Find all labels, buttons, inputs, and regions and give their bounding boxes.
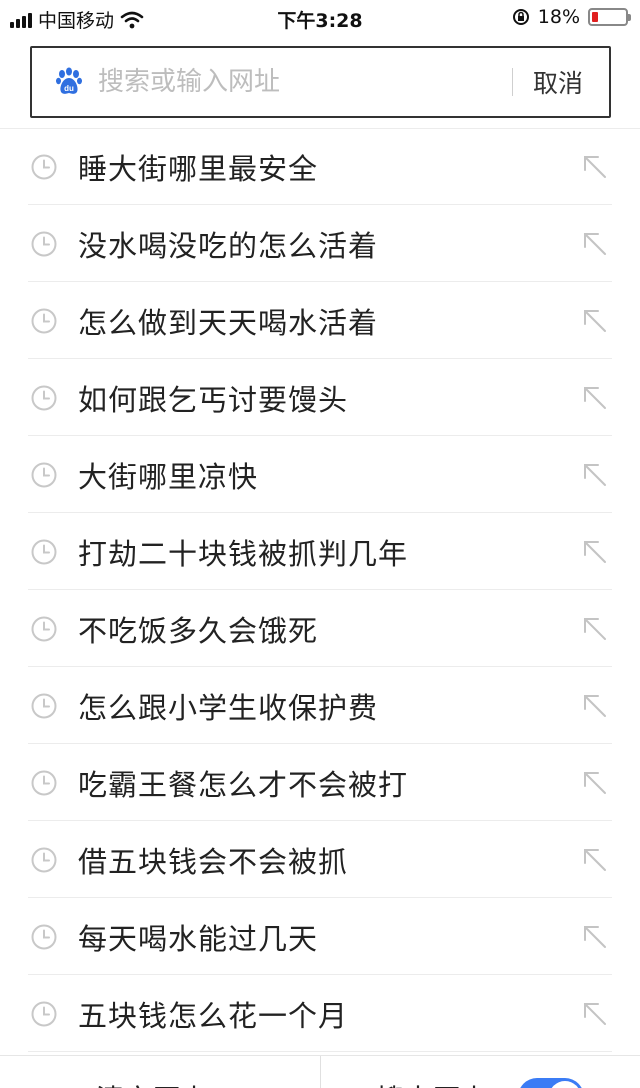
arrow-up-left-icon[interactable] <box>582 385 608 411</box>
history-item[interactable]: 没水喝没吃的怎么活着 <box>0 205 640 282</box>
history-item[interactable]: 借五块钱会不会被抓 <box>0 821 640 898</box>
orientation-lock-icon <box>512 9 529 25</box>
arrow-up-left-icon[interactable] <box>582 308 608 334</box>
history-item[interactable]: 睡大街哪里最安全 <box>0 128 640 205</box>
search-bar[interactable]: du 取消 <box>30 46 611 118</box>
history-item[interactable]: 吃霸王餐怎么才不会被打 <box>0 744 640 821</box>
history-item[interactable]: 每天喝水能过几天 <box>0 898 640 975</box>
battery-icon <box>588 8 631 26</box>
svg-text:du: du <box>64 84 74 93</box>
clock-icon <box>31 154 57 179</box>
history-item-text: 每天喝水能过几天 <box>78 921 319 956</box>
arrow-up-left-icon[interactable] <box>582 847 608 873</box>
clock-icon <box>31 847 57 872</box>
history-list: 睡大街哪里最安全没水喝没吃的怎么活着 怎么做到天天喝水活着 如何跟乞丐讨要馒头 大街哪… <box>0 128 640 1052</box>
clear-history-button[interactable]: 清空历史 <box>96 1078 208 1088</box>
toggle-knob <box>549 1081 581 1088</box>
history-item[interactable]: 打劫二十块钱被抓判几年 <box>0 513 640 590</box>
search-history-label: 搜索历史 <box>376 1078 488 1088</box>
clock-icon <box>31 462 57 487</box>
history-item[interactable]: 五块钱怎么花一个月 <box>0 975 640 1052</box>
history-item[interactable]: 怎么做到天天喝水活着 <box>0 282 640 359</box>
clock-icon <box>31 1001 57 1026</box>
history-item-text: 大街哪里凉快 <box>78 459 259 494</box>
clock-icon <box>31 924 57 949</box>
arrow-up-left-icon[interactable] <box>582 770 608 796</box>
arrow-up-left-icon[interactable] <box>582 462 608 488</box>
arrow-up-left-icon[interactable] <box>582 693 608 719</box>
battery-level <box>592 12 598 22</box>
history-item-text: 怎么做到天天喝水活着 <box>78 305 379 340</box>
search-input[interactable] <box>98 67 512 97</box>
clock-icon <box>31 308 57 333</box>
history-item[interactable]: 大街哪里凉快 <box>0 436 640 513</box>
arrow-up-left-icon[interactable] <box>582 1001 608 1027</box>
clock-icon <box>31 385 57 410</box>
history-item-text: 打劫二十块钱被抓判几年 <box>78 536 409 571</box>
cancel-button[interactable]: 取消 <box>533 64 583 100</box>
history-item-text: 吃霸王餐怎么才不会被打 <box>78 767 409 802</box>
search-history-toggle[interactable] <box>518 1078 584 1088</box>
bottom-divider <box>320 1056 321 1088</box>
history-item[interactable]: 怎么跟小学生收保护费 <box>0 667 640 744</box>
history-item-text: 没水喝没吃的怎么活着 <box>78 228 379 263</box>
clock-icon <box>31 693 57 718</box>
arrow-up-left-icon[interactable] <box>582 154 608 180</box>
arrow-up-left-icon[interactable] <box>582 924 608 950</box>
arrow-up-left-icon[interactable] <box>582 616 608 642</box>
bottom-bar: 清空历史 搜索历史 <box>0 1055 640 1088</box>
search-divider <box>511 68 513 96</box>
clock-icon <box>31 616 57 641</box>
history-item-text: 五块钱怎么花一个月 <box>78 998 349 1033</box>
clock-icon <box>31 539 57 564</box>
status-bar: 中国移动 下午3:28 18% <box>0 0 640 34</box>
arrow-up-left-icon[interactable] <box>582 231 608 257</box>
history-item[interactable]: 不吃饭多久会饿死 <box>0 590 640 667</box>
history-item-text: 睡大街哪里最安全 <box>78 151 319 186</box>
status-right: 18% <box>512 6 631 28</box>
baidu-paw-icon: du <box>56 67 82 94</box>
history-item-text: 借五块钱会不会被抓 <box>78 844 349 879</box>
clock-icon <box>31 770 57 795</box>
history-item-text: 如何跟乞丐讨要馒头 <box>78 382 349 417</box>
history-item-text: 不吃饭多久会饿死 <box>78 613 319 648</box>
clock-icon <box>31 231 57 256</box>
arrow-up-left-icon[interactable] <box>582 539 608 565</box>
history-item[interactable]: 如何跟乞丐讨要馒头 <box>0 359 640 436</box>
history-item-text: 怎么跟小学生收保护费 <box>78 690 379 725</box>
battery-percent: 18% <box>537 6 580 28</box>
